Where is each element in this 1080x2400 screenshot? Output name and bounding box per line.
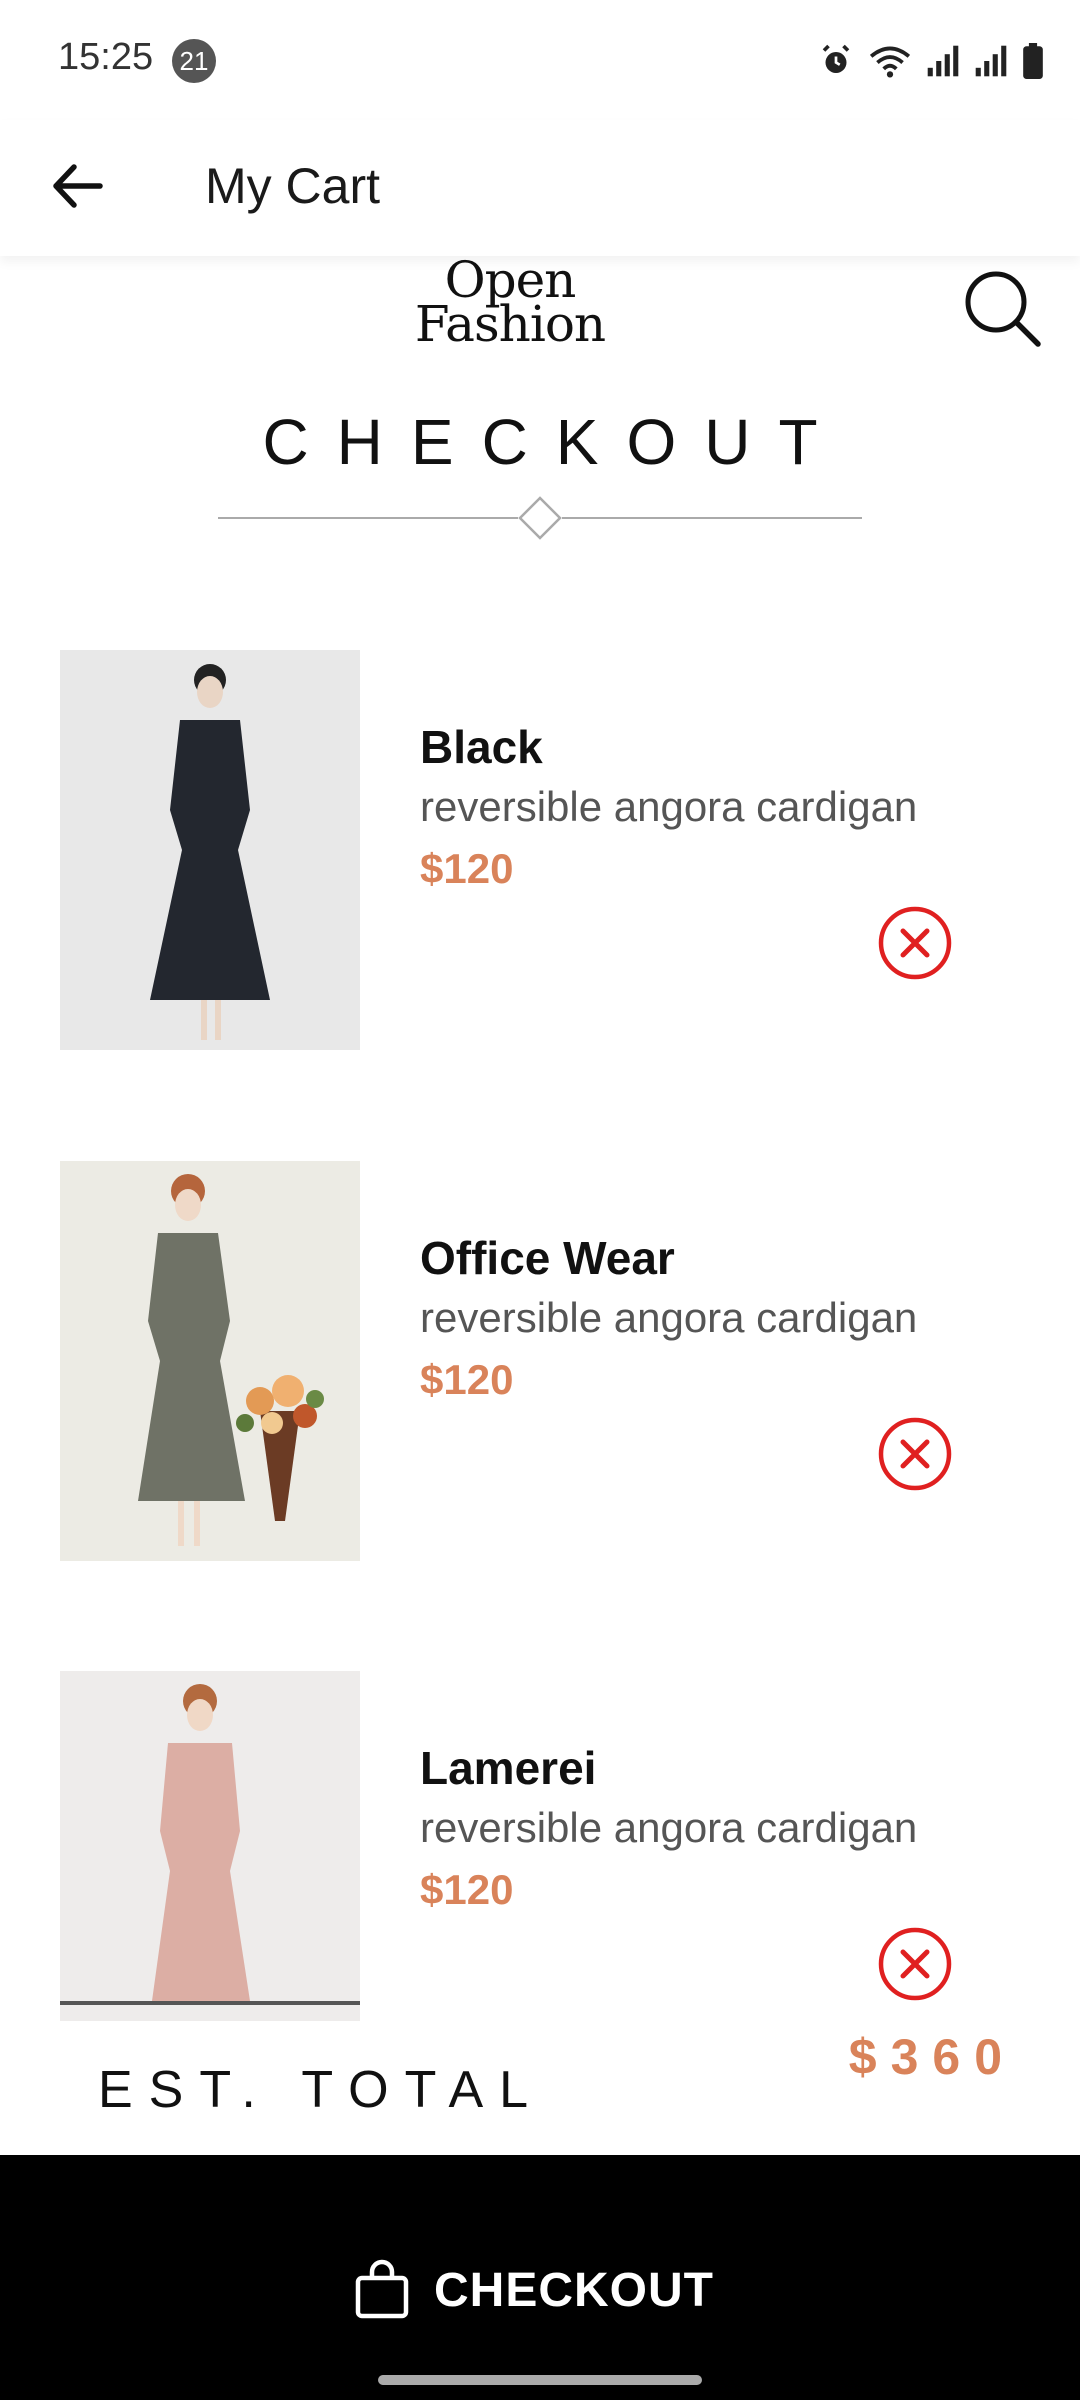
total-label: EST. TOTAL	[98, 2061, 545, 2119]
product-price: $120	[420, 1866, 514, 1913]
notification-badge: 21	[172, 39, 216, 83]
checkout-button-label: CHECKOUT	[434, 2263, 714, 2317]
shopping-bag-icon	[355, 2259, 409, 2319]
product-price: $120	[420, 1356, 514, 1403]
back-button[interactable]	[40, 146, 120, 226]
remove-item-button[interactable]	[877, 905, 953, 981]
wifi-icon	[869, 46, 911, 78]
close-circle-icon	[878, 1927, 952, 2001]
product-description: reversible angora cardigan	[420, 1294, 918, 1341]
search-button[interactable]	[960, 266, 1044, 350]
arrow-left-icon	[53, 164, 103, 208]
home-indicator[interactable]	[378, 2375, 702, 2385]
app-bar-title: My Cart	[205, 158, 380, 214]
product-description: reversible angora cardigan	[420, 1804, 918, 1851]
checkout-button[interactable]: CHECKOUT	[350, 2230, 714, 2350]
product-image	[60, 1671, 360, 2071]
alarm-icon	[822, 44, 850, 73]
product-image	[60, 650, 360, 1050]
remove-item-button[interactable]	[877, 1926, 953, 2002]
cart-item[interactable]: Lamerei reversible angora cardigan $120	[0, 1671, 1080, 2071]
product-name: Lamerei	[420, 1742, 597, 1794]
app-bar: My Cart	[0, 120, 1080, 256]
product-name: Black	[420, 721, 543, 773]
brand-logo[interactable]: Open Fashion	[400, 255, 620, 353]
search-icon	[965, 271, 1041, 347]
page-title: CHECKOUT	[262, 406, 846, 478]
status-icons	[818, 36, 1044, 86]
title-divider	[218, 496, 862, 540]
close-circle-icon	[878, 906, 952, 980]
cart-item[interactable]: Office Wear reversible angora cardigan $…	[0, 1161, 1080, 1561]
product-image	[60, 1161, 360, 1561]
close-circle-icon	[878, 1417, 952, 1491]
cart-item[interactable]: Black reversible angora cardigan $120	[0, 650, 1080, 1050]
status-time: 15:25	[58, 36, 154, 78]
product-price: $120	[420, 845, 514, 892]
brand-logo-line-2: Fashion	[414, 295, 606, 353]
checkout-bar: CHECKOUT	[0, 2155, 1080, 2400]
status-bar: 15:25 21	[0, 0, 1080, 120]
remove-item-button[interactable]	[877, 1416, 953, 1492]
total-value: $360	[848, 2029, 1016, 2085]
product-description: reversible angora cardigan	[420, 783, 918, 830]
signal-icon	[975, 45, 1007, 77]
product-name: Office Wear	[420, 1232, 675, 1284]
battery-icon	[1023, 43, 1043, 79]
signal-icon	[927, 45, 959, 77]
